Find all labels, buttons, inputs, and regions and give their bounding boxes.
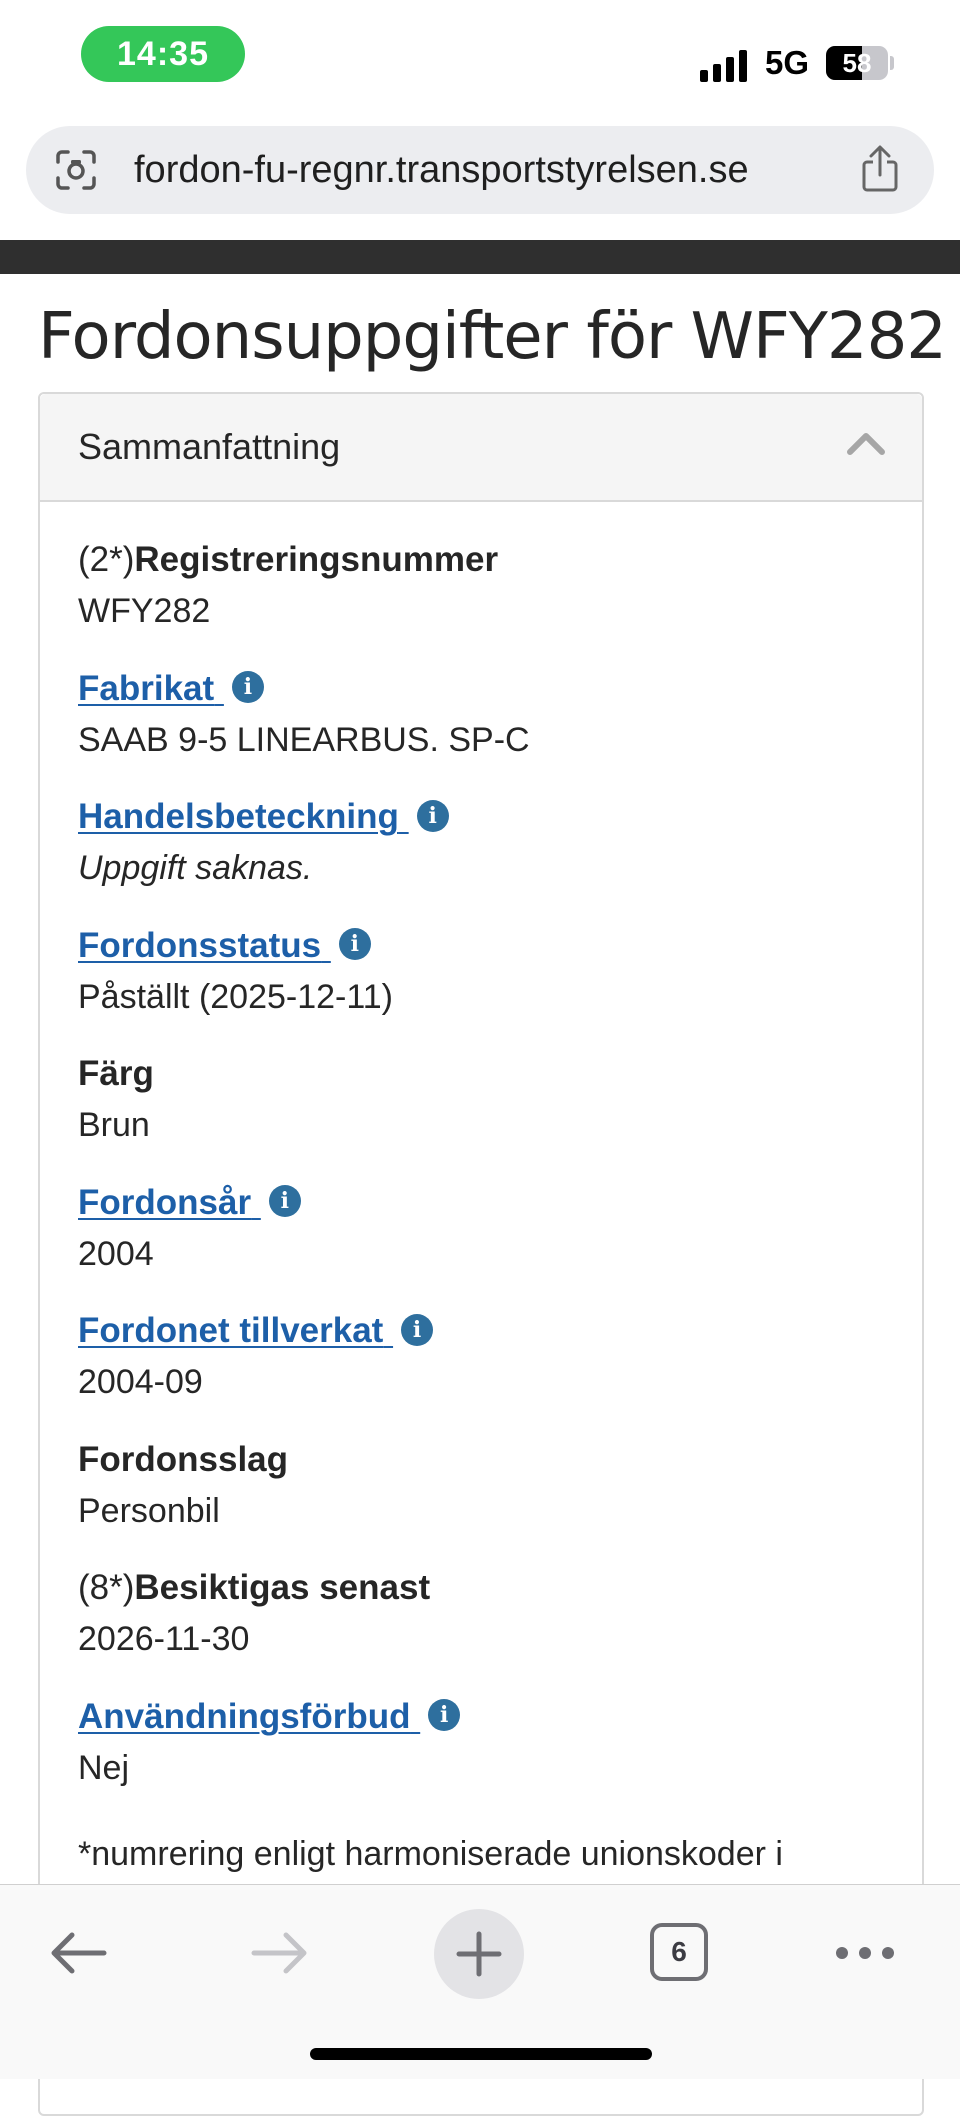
- summary-panel: Sammanfattning (2*)Registreringsnummer W…: [38, 392, 924, 2116]
- field-value: 2004-09: [78, 1363, 203, 1401]
- field-prefix: (8*): [78, 1568, 135, 1607]
- field-label: Fordonsstatus: [78, 925, 322, 965]
- field-registreringsnummer: (2*)Registreringsnummer WFY282: [78, 534, 898, 663]
- battery-level: 58: [842, 47, 872, 78]
- field-label: Besiktigas senast: [134, 1568, 431, 1607]
- field-farg: Färg Brun: [78, 1048, 898, 1177]
- summary-panel-header[interactable]: Sammanfattning: [40, 394, 922, 502]
- field-label: Registreringsnummer: [134, 540, 499, 579]
- address-bar[interactable]: fordon-fu-regnr.transportstyrelsen.se: [26, 126, 934, 214]
- info-icon[interactable]: i: [428, 1699, 461, 1732]
- field-label: Fabrikat: [78, 668, 215, 708]
- url-text[interactable]: fordon-fu-regnr.transportstyrelsen.se: [134, 126, 749, 214]
- arrow-right-icon: [251, 1932, 307, 1974]
- field-value: Uppgift saknas.: [78, 849, 313, 887]
- info-icon[interactable]: i: [401, 1313, 434, 1346]
- field-anvandningsforbud: Användningsförbud i Nej: [78, 1691, 898, 1820]
- cellular-signal-icon: [700, 46, 752, 82]
- field-label-link[interactable]: Fabrikat i: [78, 669, 264, 708]
- info-icon[interactable]: i: [416, 799, 449, 832]
- field-fordonsslag: Fordonsslag Personbil: [78, 1434, 898, 1563]
- field-value: WFY282: [78, 592, 211, 630]
- field-fordonet-tillverkat: Fordonet tillverkat i 2004-09: [78, 1305, 898, 1434]
- arrow-left-icon: [51, 1932, 107, 1974]
- field-value: Nej: [78, 1748, 130, 1787]
- field-value: Personbil: [78, 1491, 220, 1530]
- summary-panel-title: Sammanfattning: [78, 426, 341, 467]
- field-label-link[interactable]: Handelsbeteckning i: [78, 797, 449, 836]
- info-icon[interactable]: i: [338, 928, 371, 961]
- new-tab-button[interactable]: [434, 1909, 524, 1999]
- info-icon[interactable]: i: [231, 671, 264, 704]
- plus-icon: [456, 1931, 502, 1977]
- field-label-link[interactable]: Fordonsår i: [78, 1183, 301, 1222]
- more-button[interactable]: [830, 1931, 900, 1975]
- field-fabrikat: Fabrikat i SAAB 9-5 LINEARBUS. SP-C: [78, 663, 898, 792]
- field-fordonsstatus: Fordonsstatus i Påställt (2025-12-11): [78, 920, 898, 1049]
- field-value: Påställt (2025-12-11): [78, 977, 393, 1016]
- field-value: Brun: [78, 1106, 150, 1144]
- footnote: *numrering enligt harmoniserade unionsko…: [78, 1835, 783, 1873]
- field-label: Fordonet tillverkat: [78, 1311, 384, 1350]
- more-dots-icon: [836, 1947, 894, 1959]
- info-icon[interactable]: i: [268, 1185, 301, 1218]
- home-indicator: [310, 2048, 652, 2060]
- field-handelsbeteckning: Handelsbeteckning i Uppgift saknas.: [78, 791, 898, 920]
- back-button[interactable]: [42, 1921, 114, 1985]
- field-label-link[interactable]: Fordonet tillverkat i: [78, 1311, 434, 1350]
- field-label: Fordonsår: [78, 1182, 252, 1222]
- field-label-link[interactable]: Användningsförbud i: [78, 1696, 461, 1736]
- field-prefix: (2*): [78, 540, 135, 579]
- chevron-up-icon[interactable]: [846, 428, 886, 458]
- field-value: 2026-11-30: [78, 1620, 250, 1658]
- field-value: SAAB 9-5 LINEARBUS. SP-C: [78, 720, 530, 759]
- site-header-bar: [0, 240, 960, 274]
- share-icon[interactable]: [856, 144, 904, 194]
- status-time: 14:35: [81, 26, 245, 82]
- field-fordonsar: Fordonsår i 2004: [78, 1177, 898, 1306]
- status-bar: 14:35 5G 58: [0, 0, 960, 110]
- field-label-link[interactable]: Fordonsstatus i: [78, 926, 371, 965]
- field-label: Handelsbeteckning: [78, 797, 399, 836]
- field-besiktigas-senast: (8*)Besiktigas senast 2026-11-30: [78, 1562, 898, 1691]
- network-type: 5G: [765, 44, 810, 81]
- vehicle-fields: (2*)Registreringsnummer WFY282 Fabrikat …: [78, 534, 898, 1879]
- camera-scan-icon[interactable]: [54, 148, 98, 192]
- field-label: Färg: [78, 1054, 154, 1093]
- tabs-button[interactable]: 6: [650, 1923, 708, 1981]
- field-label: Fordonsslag: [78, 1439, 289, 1479]
- battery-icon: 58: [826, 46, 888, 80]
- forward-button[interactable]: [244, 1921, 316, 1985]
- field-label: Användningsförbud: [78, 1696, 411, 1736]
- page-title: Fordonsuppgifter för WFY282: [38, 300, 947, 374]
- field-value: 2004: [78, 1234, 154, 1273]
